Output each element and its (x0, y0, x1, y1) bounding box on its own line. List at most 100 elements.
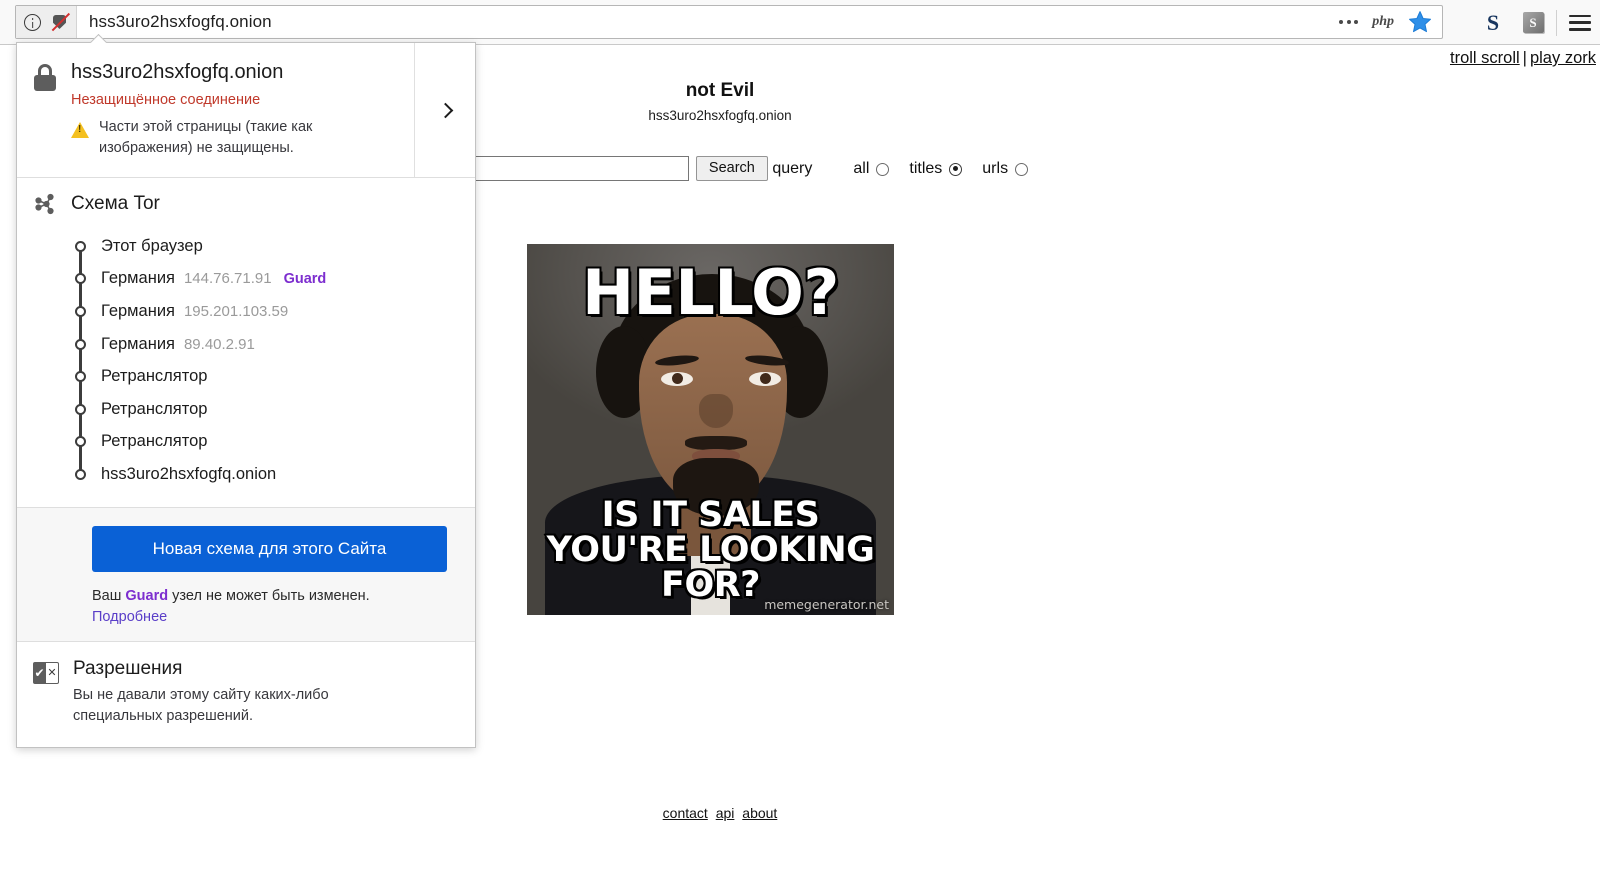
meme-image-container: HELLO? IS IT SALES YOU'RE LOOKING FOR? m… (527, 244, 894, 615)
urlbar-actions: php (1339, 10, 1442, 34)
star-icon[interactable] (1408, 10, 1432, 34)
url-text[interactable]: hss3uro2hsxfogfq.onion (89, 12, 1339, 32)
node-dot-icon (75, 338, 86, 350)
query-label: query (772, 160, 813, 177)
panel-arrow (90, 34, 107, 43)
new-circuit-section: Новая схема для этого Сайта Ваш Guard уз… (17, 507, 475, 642)
extension-toolbar: S S (1473, 0, 1600, 45)
tor-node: Ретранслятор (75, 360, 459, 410)
permissions-description: Вы не давали этому сайту каких-либо спец… (73, 686, 329, 724)
tor-node: Этот браузер (75, 230, 459, 279)
three-dots-icon[interactable] (1339, 20, 1359, 24)
site-identity-button[interactable] (16, 6, 77, 38)
meme-bottom-text: IS IT SALES YOU'RE LOOKING FOR? (545, 495, 876, 605)
mixed-content-row: Части этой страницы (такие как изображен… (71, 117, 400, 159)
s-box-letter: S (1529, 14, 1537, 30)
node-label: Этот браузер (101, 236, 203, 255)
tor-node: hss3uro2hsxfogfq.onion (75, 458, 459, 491)
footer-link-api[interactable]: api (716, 805, 735, 821)
meme-eye-right (749, 372, 781, 386)
site-identity-panel: hss3uro2hsxfogfq.onion Незащищённое соед… (16, 42, 476, 748)
mixed-content-warning: Части этой страницы (такие как изображен… (99, 119, 313, 157)
node-dot-icon (75, 403, 86, 415)
radio-option-urls[interactable]: urls (982, 160, 1029, 178)
extension-s-button[interactable]: S (1473, 0, 1513, 45)
shield-broken-icon[interactable] (50, 12, 71, 32)
radio-dot-all[interactable] (876, 162, 890, 176)
radio-option-titles[interactable]: titles (909, 160, 963, 178)
identity-section: hss3uro2hsxfogfq.onion Незащищённое соед… (17, 43, 475, 179)
meme-top-text: HELLO? (581, 256, 841, 329)
tor-node: Ретранслятор (75, 393, 459, 442)
s-letter-icon: S (1486, 9, 1500, 35)
info-circle-icon[interactable] (24, 13, 41, 31)
node-dot-icon (75, 306, 86, 318)
link-play-zork[interactable]: play zork (1530, 49, 1596, 67)
tor-node: Германия 89.40.2.91 (75, 328, 459, 377)
node-dot-icon (75, 240, 86, 252)
share-circuit-icon (33, 192, 57, 216)
tor-node-list: Этот браузер Германия 144.76.71.91 Guard… (75, 226, 459, 491)
radio-label-titles: titles (909, 160, 943, 177)
node-ip: 89.40.2.91 (183, 335, 255, 353)
tor-node: Германия 144.76.71.91 Guard (75, 263, 459, 312)
footer-links: contact api about (0, 805, 1440, 821)
tor-circuit-title: Схема Tor (71, 193, 160, 215)
learn-more-link[interactable]: Подробнее (92, 609, 459, 625)
node-dot-icon (75, 273, 86, 285)
meme-mustache (685, 436, 747, 450)
lock-icon (33, 64, 57, 92)
radio-label-urls: urls (982, 160, 1009, 177)
footer-link-contact[interactable]: contact (663, 805, 708, 821)
guard-note-bold: Guard (125, 587, 169, 604)
node-ip: 195.201.103.59 (183, 303, 289, 321)
tor-node: Ретранслятор (75, 426, 459, 475)
footer-link-about[interactable]: about (742, 805, 777, 821)
panel-site-host: hss3uro2hsxfogfq.onion (71, 61, 284, 83)
s-box-icon: S (1522, 12, 1544, 33)
tor-circuit-section: Схема Tor Этот браузер Германия 144.76.7… (17, 178, 475, 508)
link-troll-scroll[interactable]: troll scroll (1450, 49, 1520, 67)
extension-sbox-button[interactable]: S (1513, 0, 1553, 45)
meme-nose (699, 394, 733, 428)
browser-toolbar: hss3uro2hsxfogfq.onion php S S (0, 0, 1600, 45)
radio-dot-urls[interactable] (1015, 162, 1029, 176)
top-nav-links: troll scroll | play zork (1450, 49, 1596, 68)
search-scope-radios: query all titles urls (772, 160, 1029, 178)
app-menu-button[interactable] (1560, 0, 1600, 45)
url-bar[interactable]: hss3uro2hsxfogfq.onion php (15, 5, 1443, 39)
radio-dot-titles[interactable] (949, 162, 963, 176)
node-ip: 144.76.71.91 (183, 270, 272, 288)
connection-status: Незащищённое соединение (71, 92, 261, 108)
new-circuit-button[interactable]: Новая схема для этого Сайта (92, 525, 447, 572)
permissions-section: ✔ ✕ Разрешения Вы не давали этому сайту к… (17, 642, 475, 747)
toolbar-divider (1556, 9, 1557, 36)
node-label: hss3uro2hsxfogfq.onion (101, 464, 277, 483)
guard-note-suffix: узел не может быть изменен. (168, 587, 370, 604)
meme-eye-left (661, 372, 693, 386)
guard-note: Ваш Guard узел не может быть изменен. (92, 588, 459, 604)
node-guard-tag: Guard (283, 270, 327, 287)
radio-label-all: all (853, 160, 870, 177)
node-label: Германия (101, 269, 175, 288)
chevron-right-icon (437, 102, 453, 118)
tor-circuit-header: Схема Tor (33, 192, 459, 216)
warning-triangle-icon (71, 122, 89, 138)
top-links-separator: | (1522, 49, 1527, 67)
meme-image: HELLO? IS IT SALES YOU'RE LOOKING FOR? m… (527, 244, 894, 615)
node-dot-icon (75, 436, 86, 448)
radio-option-all[interactable]: all (853, 160, 890, 178)
search-button[interactable]: Search (695, 155, 768, 181)
node-dot-icon (75, 468, 86, 480)
guard-note-prefix: Ваш (92, 587, 126, 604)
permissions-checkbox-icon: ✔ ✕ (33, 661, 59, 686)
node-label: Ретранслятор (101, 399, 208, 418)
node-label: Германия (101, 334, 175, 353)
identity-expand-button[interactable] (414, 43, 475, 178)
hamburger-icon (1569, 14, 1591, 31)
permissions-title: Разрешения (73, 657, 183, 679)
node-label: Ретранслятор (101, 367, 208, 386)
tor-node: Германия 195.201.103.59 (75, 295, 459, 345)
node-label: Германия (101, 302, 175, 321)
php-badge-icon[interactable]: php (1372, 14, 1394, 30)
